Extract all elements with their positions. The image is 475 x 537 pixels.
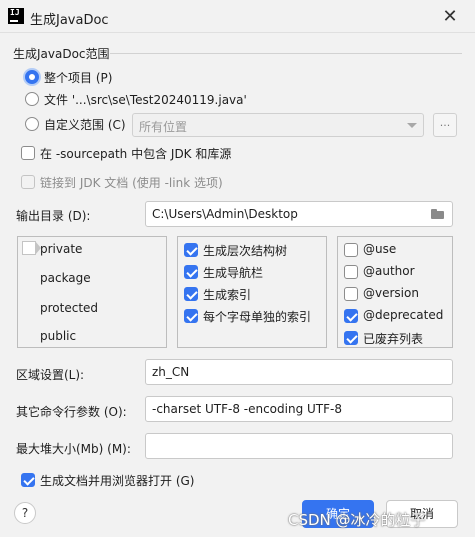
visibility-public[interactable]: public: [40, 329, 76, 343]
visibility-private[interactable]: private: [40, 242, 82, 256]
other-args-value: -charset UTF-8 -encoding UTF-8: [152, 402, 342, 416]
include-jdk-checkbox[interactable]: [21, 146, 35, 160]
tag-deprecated-checkbox[interactable]: [344, 309, 358, 323]
tag-use-label[interactable]: @use: [363, 242, 396, 256]
gen-index-label[interactable]: 生成索引: [203, 286, 251, 303]
csdn-watermark: CSDN @冰冷的粒子: [288, 511, 426, 529]
gen-tree-label[interactable]: 生成层次结构树: [203, 242, 287, 259]
include-jdk-label[interactable]: 在 -sourcepath 中包含 JDK 和库源: [40, 145, 231, 162]
radio-file-label[interactable]: 文件 '...\src\se\Test20240119.java': [44, 91, 247, 108]
output-dir-field[interactable]: C:\Users\Admin\Desktop: [145, 201, 453, 227]
radio-whole-project-label[interactable]: 整个项目 (P): [44, 69, 112, 86]
link-jdk-label: 链接到 JDK 文档 (使用 -link 选项): [40, 176, 223, 190]
gen-navbar-checkbox[interactable]: [184, 265, 198, 279]
tag-deprecated-label[interactable]: @deprecated: [363, 308, 443, 322]
close-icon[interactable]: ✕: [438, 5, 462, 29]
locale-value: zh_CN: [152, 365, 190, 379]
open-browser-label[interactable]: 生成文档并用浏览器打开 (G): [40, 472, 194, 489]
scope-section-title: 生成JavaDoc范围: [13, 47, 110, 61]
gen-split-index-checkbox[interactable]: [184, 309, 198, 323]
radio-whole-project[interactable]: [25, 70, 39, 84]
tag-author-label[interactable]: @author: [363, 264, 415, 278]
radio-custom-scope-label[interactable]: 自定义范围 (C): [44, 116, 126, 133]
max-heap-label: 最大堆大小(Mb) (M):: [16, 442, 131, 456]
deprecated-list-checkbox[interactable]: [344, 331, 358, 345]
chevron-down-icon: [407, 123, 417, 128]
radio-file[interactable]: [25, 92, 39, 106]
link-jdk-checkbox: [21, 175, 35, 189]
tag-use-checkbox[interactable]: [344, 243, 358, 257]
gen-index-checkbox[interactable]: [184, 287, 198, 301]
custom-scope-combo-value: 所有位置: [139, 120, 188, 134]
folder-icon[interactable]: [431, 209, 444, 219]
tag-version-checkbox[interactable]: [344, 287, 358, 301]
visibility-slider-handle[interactable]: [22, 241, 41, 255]
max-heap-field[interactable]: [145, 433, 453, 459]
intellij-app-icon: IJ: [8, 8, 24, 24]
browse-scope-button[interactable]: ...: [433, 113, 457, 137]
section-divider: [110, 53, 462, 54]
help-icon[interactable]: ?: [14, 502, 36, 524]
locale-label: 区域设置(L):: [16, 368, 85, 382]
output-dir-label: 输出目录 (D):: [16, 209, 91, 223]
other-args-field[interactable]: -charset UTF-8 -encoding UTF-8: [145, 396, 453, 422]
visibility-protected[interactable]: protected: [40, 301, 98, 315]
gen-split-index-label[interactable]: 每个字母单独的索引: [203, 308, 311, 325]
open-browser-checkbox[interactable]: [21, 473, 35, 487]
custom-scope-combo[interactable]: 所有位置: [132, 113, 424, 137]
radio-custom-scope[interactable]: [25, 117, 39, 131]
tag-options-panel: @use @author @version @deprecated 已废弃列表: [337, 236, 453, 348]
locale-field[interactable]: zh_CN: [145, 359, 453, 385]
dialog-title: 生成JavaDoc: [30, 13, 109, 28]
visibility-package[interactable]: package: [40, 271, 91, 285]
generation-options-panel: 生成层次结构树 生成导航栏 生成索引 每个字母单独的索引: [177, 236, 327, 348]
visibility-panel: private package protected public: [17, 236, 167, 348]
deprecated-list-label[interactable]: 已废弃列表: [363, 330, 423, 347]
gen-navbar-label[interactable]: 生成导航栏: [203, 264, 263, 281]
tag-version-label[interactable]: @version: [363, 286, 419, 300]
output-dir-value: C:\Users\Admin\Desktop: [152, 207, 298, 221]
gen-tree-checkbox[interactable]: [184, 243, 198, 257]
tag-author-checkbox[interactable]: [344, 265, 358, 279]
other-args-label: 其它命令行参数 (O):: [16, 405, 127, 419]
